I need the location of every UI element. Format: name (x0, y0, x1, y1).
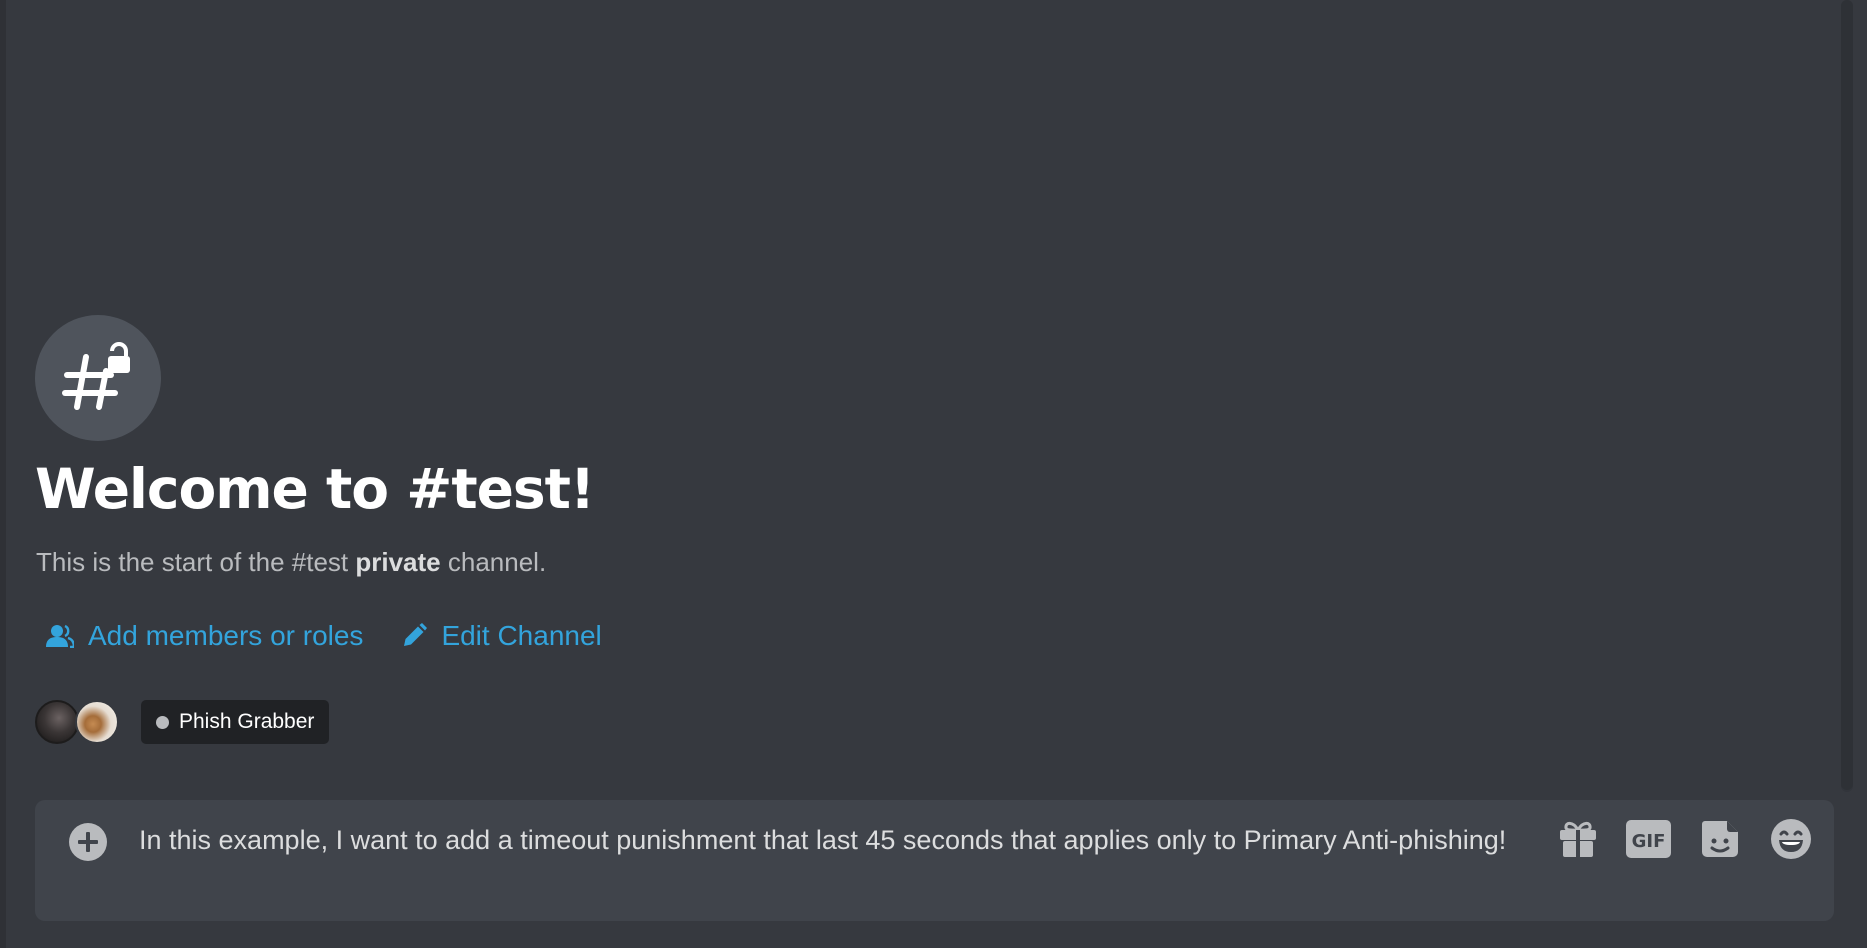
gif-icon: GIF (1626, 819, 1671, 858)
edit-channel-button[interactable]: Edit Channel (401, 620, 602, 652)
upload-button[interactable] (68, 822, 108, 862)
channel-icon-circle (35, 315, 161, 441)
locked-hash-icon (62, 342, 130, 410)
description-suffix: channel. (440, 547, 547, 577)
edit-channel-label: Edit Channel (441, 620, 602, 651)
channel-description: This is the start of the #test private c… (36, 547, 546, 578)
server-sidebar-edge (0, 0, 6, 948)
gif-button[interactable]: GIF (1626, 816, 1671, 861)
description-prefix: This is the start of the #test (36, 547, 356, 577)
add-members-button[interactable]: Add members or roles (46, 620, 363, 652)
emoji-button[interactable] (1768, 816, 1813, 861)
pencil-icon (404, 623, 428, 646)
message-composer: In this example, I want to add a timeout… (35, 800, 1834, 921)
gift-icon (1559, 821, 1596, 857)
description-private: private (355, 547, 441, 577)
scrollbar-thumb[interactable] (1841, 0, 1853, 790)
channel-members-row: Phish Grabber (35, 700, 330, 744)
sticker-button[interactable] (1697, 816, 1742, 861)
member-avatar[interactable] (75, 700, 119, 744)
plus-circle-icon (69, 823, 107, 861)
member-role-tag[interactable]: Phish Grabber (141, 700, 330, 744)
welcome-heading: Welcome to #test! (35, 457, 595, 521)
emoji-icon (1770, 818, 1811, 859)
svg-text:GIF: GIF (1632, 831, 1666, 852)
person-icon (46, 624, 74, 648)
member-avatar[interactable] (35, 700, 79, 744)
add-members-label: Add members or roles (88, 620, 364, 651)
composer-buttons: GIF (1555, 816, 1813, 861)
sticker-icon (1701, 820, 1738, 857)
member-tag-label: Phish Grabber (179, 710, 315, 733)
channel-actions: Add members or roles Edit Channel (46, 620, 602, 652)
status-dot (156, 715, 169, 729)
gift-button[interactable] (1555, 816, 1600, 861)
message-input[interactable]: In this example, I want to add a timeout… (139, 820, 1529, 860)
